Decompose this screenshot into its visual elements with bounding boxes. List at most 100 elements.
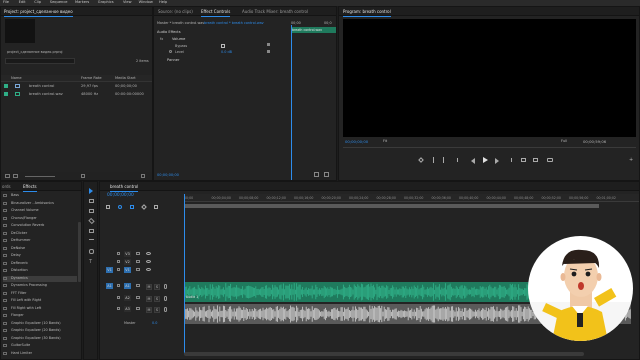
effect-list-item[interactable]: Distortion bbox=[3, 268, 77, 274]
microphone-icon[interactable] bbox=[164, 307, 167, 312]
effect-list-item[interactable]: Graphic Equalizer (20 Bands) bbox=[3, 328, 77, 334]
effect-list-item[interactable]: Graphic Equalizer (30 Bands) bbox=[3, 336, 77, 342]
tab-effect-controls[interactable]: Effect Controls bbox=[201, 9, 231, 17]
play-icon[interactable] bbox=[483, 157, 488, 163]
timeline-settings-icon[interactable] bbox=[154, 205, 158, 209]
go-to-out-icon[interactable] bbox=[507, 158, 512, 162]
sync-lock-icon[interactable] bbox=[136, 260, 140, 263]
sequence-path[interactable]: breath control * breath control.wav bbox=[204, 21, 264, 25]
marker-icon[interactable] bbox=[418, 157, 424, 163]
effect-list-item[interactable]: DeNoise bbox=[3, 246, 77, 252]
list-view-icon[interactable] bbox=[5, 174, 10, 178]
tab-ords[interactable]: ords bbox=[2, 184, 11, 189]
solo-toggle[interactable]: S bbox=[154, 284, 160, 290]
tab-source[interactable]: Source: (no clips) bbox=[158, 9, 193, 14]
video-track-header[interactable]: V3 bbox=[100, 250, 183, 258]
timeline-hscroll[interactable] bbox=[184, 352, 584, 356]
track-target-label[interactable]: V3 bbox=[124, 251, 131, 257]
tab-audio-track-mixer[interactable]: Audio Track Mixer: breath control bbox=[242, 9, 308, 14]
linked-selection-icon[interactable] bbox=[130, 205, 134, 209]
menu-item-file[interactable]: File bbox=[3, 0, 9, 4]
master-track-header[interactable]: Master 0.0 bbox=[100, 320, 183, 327]
new-item-icon[interactable] bbox=[81, 174, 85, 178]
microphone-icon[interactable] bbox=[164, 284, 167, 289]
tab-sequence[interactable]: breath control bbox=[110, 184, 139, 192]
playhead[interactable] bbox=[184, 194, 185, 354]
project-search-input[interactable] bbox=[5, 58, 75, 64]
menu-item-view[interactable]: View bbox=[123, 0, 132, 4]
mute-toggle[interactable]: M bbox=[146, 307, 152, 313]
video-track-header[interactable]: V2 bbox=[100, 258, 183, 266]
effect-list-item[interactable]: FFT Filter bbox=[3, 291, 77, 297]
menu-item-window[interactable]: Window bbox=[139, 0, 153, 4]
lock-icon[interactable] bbox=[117, 268, 120, 271]
pen-tool-icon[interactable] bbox=[89, 239, 94, 243]
clip-path[interactable]: Master * breath control.wav bbox=[157, 21, 204, 25]
solo-toggle[interactable]: S bbox=[154, 307, 160, 313]
col-media-start[interactable]: Media Start bbox=[115, 76, 136, 80]
eye-icon[interactable] bbox=[146, 260, 151, 263]
solo-toggle[interactable]: S bbox=[154, 295, 160, 302]
effect-list-item[interactable]: Dynamics Processing bbox=[3, 283, 77, 289]
timeline-ruler[interactable]: 00;00 00;00;04;00 00;00;08;00 00;00;12;00 00… bbox=[184, 194, 639, 202]
stopwatch-icon[interactable] bbox=[169, 50, 172, 53]
ec-clip-bar[interactable]: breath control.wav bbox=[291, 27, 336, 33]
step-back-icon[interactable] bbox=[471, 158, 475, 164]
col-frame-rate[interactable]: Frame Rate bbox=[81, 76, 102, 80]
effect-list-item[interactable]: Dynamics bbox=[3, 275, 77, 282]
selection-tool-icon[interactable] bbox=[89, 188, 93, 194]
razor-tool-icon[interactable] bbox=[88, 217, 95, 225]
program-scrubber[interactable] bbox=[343, 147, 636, 151]
mute-toggle[interactable]: M bbox=[146, 295, 152, 302]
effect-list-item[interactable]: Fill Right with Left bbox=[3, 306, 77, 312]
export-icon[interactable] bbox=[324, 172, 329, 177]
eye-icon[interactable] bbox=[146, 252, 151, 255]
track-target-label[interactable]: A3 bbox=[124, 306, 131, 312]
bypass-checkbox[interactable] bbox=[221, 44, 225, 48]
effect-list-item[interactable]: Bass bbox=[3, 193, 77, 199]
type-tool-icon[interactable]: T bbox=[89, 259, 92, 265]
menu-item-sequence[interactable]: Sequence bbox=[50, 0, 68, 4]
menu-item-clip[interactable]: Clip bbox=[34, 0, 41, 4]
lock-icon[interactable] bbox=[117, 307, 120, 310]
effect-list-item[interactable]: Graphic Equalizer (10 Bands) bbox=[3, 321, 77, 327]
effect-list-item[interactable]: Hard Limiter bbox=[3, 351, 77, 357]
go-to-in-icon[interactable] bbox=[457, 158, 462, 162]
fx-badge[interactable]: fx bbox=[160, 37, 163, 41]
sync-lock-icon[interactable] bbox=[136, 307, 140, 310]
effect-list-item[interactable]: DeReverb bbox=[3, 261, 77, 267]
video-track-header[interactable]: V1 V1 bbox=[100, 266, 183, 274]
export-frame-icon[interactable] bbox=[547, 158, 553, 162]
source-patch[interactable]: A1 bbox=[106, 283, 113, 289]
tab-effects[interactable]: Effects bbox=[23, 184, 37, 192]
track-target-label[interactable]: A2 bbox=[124, 294, 131, 301]
mark-in-icon[interactable] bbox=[433, 157, 434, 163]
effect-list-item[interactable]: Fill Left with Right bbox=[3, 298, 77, 304]
lock-icon[interactable] bbox=[117, 252, 120, 255]
effect-list-item[interactable]: Flanger bbox=[3, 313, 77, 319]
effect-list-item[interactable]: Delay bbox=[3, 253, 77, 259]
slip-tool-icon[interactable] bbox=[89, 229, 94, 233]
col-name[interactable]: Name bbox=[11, 76, 22, 80]
menu-item-help[interactable]: Help bbox=[159, 0, 167, 4]
keyframe-icon[interactable] bbox=[267, 50, 270, 53]
track-select-tool-icon[interactable] bbox=[89, 199, 94, 203]
effect-list-item[interactable]: Chorus/Flanger bbox=[3, 216, 77, 222]
audio-track-header[interactable]: A1 A1 M S bbox=[100, 282, 183, 293]
audio-track-header[interactable]: A2 M S bbox=[100, 294, 183, 305]
effect-list-item[interactable]: GuitarSuite bbox=[3, 343, 77, 349]
add-button-icon[interactable]: + bbox=[629, 157, 633, 163]
ec-timecode[interactable]: 00;00;00;00 bbox=[157, 173, 179, 177]
fit-select[interactable]: Fit bbox=[383, 139, 387, 143]
lock-icon[interactable] bbox=[117, 260, 120, 263]
timeline-timecode[interactable]: 00;00;00;00 bbox=[107, 193, 134, 198]
effects-scrollbar[interactable] bbox=[78, 222, 81, 282]
master-volume[interactable]: 0.0 bbox=[152, 321, 157, 325]
menu-item-markers[interactable]: Markers bbox=[75, 0, 89, 4]
menu-item-graphics[interactable]: Graphics bbox=[98, 0, 114, 4]
tab-project[interactable]: Project: project_сделанное видео bbox=[4, 9, 73, 17]
program-timecode[interactable]: 00;00;00;00 bbox=[345, 139, 368, 144]
source-patch[interactable]: V1 bbox=[106, 267, 113, 273]
effect-list-item[interactable]: DeClicker bbox=[3, 231, 77, 237]
ripple-edit-tool-icon[interactable] bbox=[89, 209, 94, 213]
